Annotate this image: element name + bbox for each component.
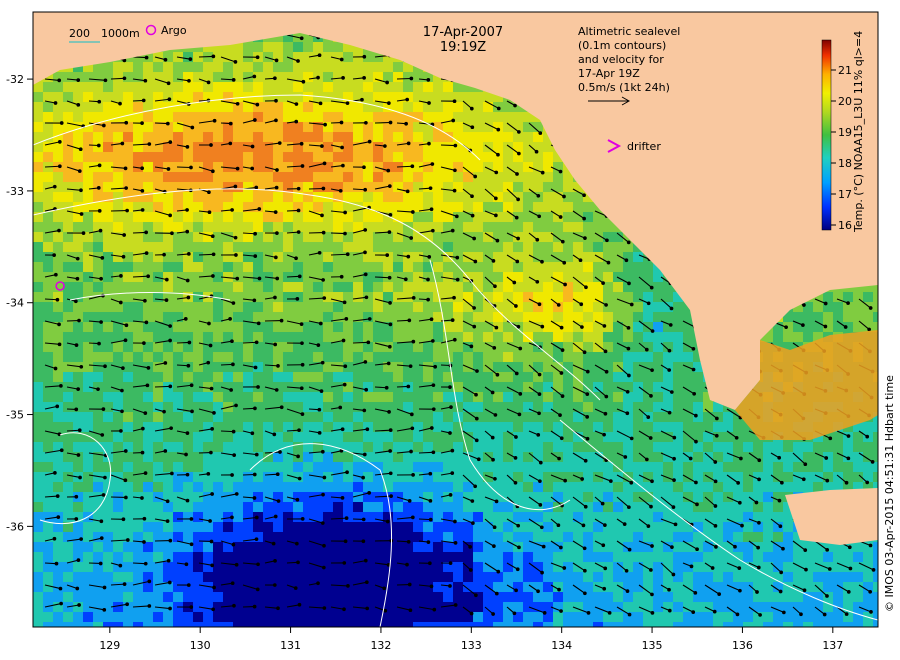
colorbar-label: Temp. (°C) NOAA15_L3U 11% ql>=4 bbox=[852, 31, 865, 233]
map-time: 19:19Z bbox=[440, 40, 486, 55]
colorbar-tick-label: 16 bbox=[838, 219, 852, 232]
credit-text: © IMOS 03-Apr-2015 04:51:31 Hdbart time bbox=[883, 375, 896, 612]
altimetry-line-3: and velocity for bbox=[578, 53, 664, 66]
x-tick-label: 136 bbox=[732, 639, 753, 652]
colorbar-tick-label: 19 bbox=[838, 126, 852, 139]
x-tick-label: 129 bbox=[99, 639, 120, 652]
x-tick-label: 131 bbox=[280, 639, 301, 652]
colorbar bbox=[821, 39, 832, 231]
altimetry-line-2: (0.1m contours) bbox=[578, 39, 666, 52]
y-tick-label: -34 bbox=[6, 297, 24, 310]
y-tick-label: -35 bbox=[6, 409, 24, 422]
y-tick-label: -36 bbox=[6, 520, 24, 533]
drifter-legend-label: drifter bbox=[627, 140, 661, 153]
x-tick-label: 133 bbox=[461, 639, 482, 652]
colorbar-tick-label: 21 bbox=[838, 64, 852, 77]
depth-legend-1000: 1000m bbox=[101, 27, 140, 40]
altimetry-line-4: 17-Apr 19Z bbox=[578, 67, 640, 80]
altimetry-line-1: Altimetric sealevel bbox=[578, 25, 680, 38]
sst-map: 129 130 131 132 133 134 135 136 137 -32 -33 -34 -35… bbox=[6, 11, 896, 652]
y-tick-label: -33 bbox=[6, 185, 24, 198]
colorbar-tick-label: 20 bbox=[838, 95, 852, 108]
y-tick-label: -32 bbox=[6, 73, 24, 86]
depth-legend-200: 200 bbox=[69, 27, 90, 40]
altimetry-line-5: 0.5m/s (1kt 24h) bbox=[578, 81, 670, 94]
x-tick-label: 137 bbox=[822, 639, 843, 652]
x-axis: 129 130 131 132 133 134 135 136 137 bbox=[99, 627, 843, 652]
argo-legend-label: Argo bbox=[161, 24, 187, 37]
x-tick-label: 130 bbox=[190, 639, 211, 652]
colorbar-tick-label: 17 bbox=[838, 188, 852, 201]
colorbar-tick-label: 18 bbox=[838, 157, 852, 170]
x-tick-label: 135 bbox=[642, 639, 663, 652]
map-date: 17-Apr-2007 bbox=[423, 25, 503, 40]
x-tick-label: 132 bbox=[370, 639, 391, 652]
y-axis: -32 -33 -34 -35 -36 bbox=[6, 73, 33, 533]
x-tick-label: 134 bbox=[551, 639, 572, 652]
